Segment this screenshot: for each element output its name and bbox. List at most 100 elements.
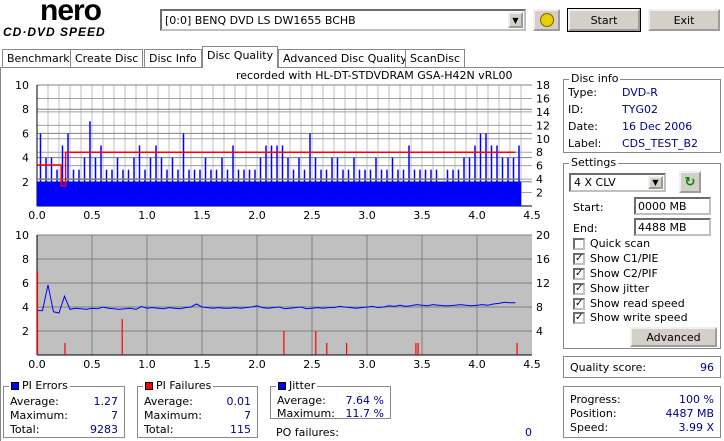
exit-button[interactable]: Exit <box>648 9 720 31</box>
pie-bar <box>177 169 179 206</box>
pie-bar <box>457 169 460 206</box>
pie-bar <box>204 157 207 206</box>
chevron-down-icon[interactable]: ▼ <box>648 176 663 189</box>
pie-bar <box>221 157 223 206</box>
po-failures-value: 0 <box>525 426 532 439</box>
pie-bar <box>507 157 509 206</box>
type-label: Type: <box>568 86 597 99</box>
advanced-button[interactable]: Advanced <box>630 327 717 347</box>
pie-bar <box>331 157 333 206</box>
pie-bar <box>276 145 278 206</box>
y-left-tick-label: 6 <box>22 127 29 140</box>
checkbox-label: Show C1/PIE <box>590 252 659 265</box>
pie-bar <box>188 169 190 206</box>
show-pie-checkbox[interactable]: ✓ Show C1/PIE <box>573 252 658 265</box>
maximum-label: Maximum: <box>10 409 68 422</box>
speed-select[interactable]: 4 X CLV ▼ <box>569 173 666 192</box>
pie-bar <box>386 169 388 206</box>
pie-bar <box>149 157 152 206</box>
y-right-tick-label: 14 <box>536 106 550 119</box>
x-tick-label: 1.5 <box>193 209 211 222</box>
tab-disc-quality[interactable]: Disc Quality <box>202 46 279 68</box>
start-button[interactable]: Start <box>567 8 641 32</box>
check-icon[interactable]: ✓ <box>573 297 585 310</box>
x-tick-label: 0.0 <box>28 358 46 371</box>
y-right-tick-label: 8 <box>536 146 543 159</box>
pie-bar <box>133 157 135 206</box>
pie-bar <box>364 169 366 206</box>
pie-bar <box>83 157 86 206</box>
pie-bar <box>210 169 212 206</box>
x-tick-label: 1.5 <box>193 358 211 371</box>
jitter-group: Jitter Average: 7.64 % Maximum: 11.7 % <box>270 379 391 420</box>
x-tick-label: 0.0 <box>28 209 46 222</box>
pie-bar <box>446 169 449 206</box>
y-right-tick-label: 8 <box>536 301 543 314</box>
pie-bar <box>496 145 498 206</box>
check-icon[interactable]: ✓ <box>573 282 585 295</box>
pie-bar <box>441 181 443 206</box>
disc-info-title: Disc info <box>569 72 621 85</box>
show-jitter-checkbox[interactable]: ✓ Show jitter <box>573 282 649 295</box>
show-pif-checkbox[interactable]: ✓ Show C2/PIF <box>573 267 658 280</box>
checkbox-label: Show jitter <box>590 282 650 295</box>
x-tick-label: 0.5 <box>83 358 101 371</box>
id-label: ID: <box>568 103 584 116</box>
pi-errors-average: 1.27 <box>93 395 119 408</box>
pie-bar <box>336 157 339 206</box>
pie-bar <box>281 145 284 206</box>
show-write-speed-checkbox[interactable]: ✓ Show write speed <box>573 311 688 324</box>
type-value: DVD-R <box>622 86 658 99</box>
y-right-tick-label: 16 <box>536 253 550 266</box>
x-tick-label: 2.5 <box>303 358 321 371</box>
y-right-tick-label: 2 <box>536 187 543 200</box>
average-label: Average: <box>10 395 59 408</box>
check-icon[interactable]: ✓ <box>573 267 585 280</box>
show-read-speed-checkbox[interactable]: ✓ Show read speed <box>573 297 685 310</box>
progress-group: Progress: 100 % Position: 4487 MB Speed: 3.… <box>563 386 721 438</box>
check-icon[interactable]: ✓ <box>573 252 585 265</box>
y-left-tick-label: 2 <box>22 176 29 189</box>
x-tick-label: 3.0 <box>358 209 376 222</box>
pie-bar <box>111 169 113 206</box>
pi-failures-average: 0.01 <box>226 395 252 408</box>
pie-bar <box>463 157 465 206</box>
start-label: Start: <box>573 201 604 214</box>
x-tick-label: 3.5 <box>413 209 431 222</box>
y-left-tick-label: 10 <box>15 229 29 242</box>
checkbox-box[interactable] <box>573 237 585 250</box>
checkbox-label: Show write speed <box>590 311 688 324</box>
check-icon[interactable]: ✓ <box>573 311 585 324</box>
pi-failures-group: PI Failures Average: 0.01 Maximum: 7 Total… <box>137 379 258 438</box>
start-input[interactable]: 0000 MB <box>634 197 711 215</box>
pie-bar <box>122 169 124 206</box>
pie-bar <box>413 169 416 206</box>
end-input[interactable]: 4488 MB <box>634 218 711 236</box>
pie-bar <box>155 145 157 206</box>
maximum-label: Maximum: <box>277 407 335 420</box>
date-label: Date: <box>568 120 598 133</box>
pie-bar <box>265 145 267 206</box>
y-right-tick-label: 10 <box>536 133 550 146</box>
quick-scan-checkbox[interactable]: Quick scan <box>573 237 650 250</box>
quality-score-value: 96 <box>700 361 714 374</box>
settings-title: Settings <box>569 156 619 169</box>
average-label: Average: <box>277 394 326 407</box>
x-tick-label: 4.5 <box>523 209 541 222</box>
pie-bar <box>375 157 377 206</box>
pie-bar <box>100 145 102 206</box>
jitter-average: 7.64 % <box>345 394 384 407</box>
average-label: Average: <box>144 395 193 408</box>
refresh-speeds-button[interactable]: ↻ <box>679 171 701 193</box>
date-value: 16 Dec 2006 <box>622 120 693 133</box>
x-tick-label: 4.0 <box>468 209 486 222</box>
pie-bar <box>325 169 328 206</box>
y-left-tick-label: 2 <box>22 325 29 338</box>
pie-bar <box>369 169 372 206</box>
pie-bar <box>270 145 273 206</box>
disc-quality-charts: 0.0 0.5 1.0 1.5 2.0 2.5 3.0 3.5 4.0 4.52468102468… <box>15 79 550 371</box>
jitter-title: Jitter <box>289 379 316 392</box>
po-failures-row: PO failures: 0 <box>276 426 532 439</box>
x-tick-label: 2.0 <box>248 209 266 222</box>
pie-bar <box>298 157 300 206</box>
